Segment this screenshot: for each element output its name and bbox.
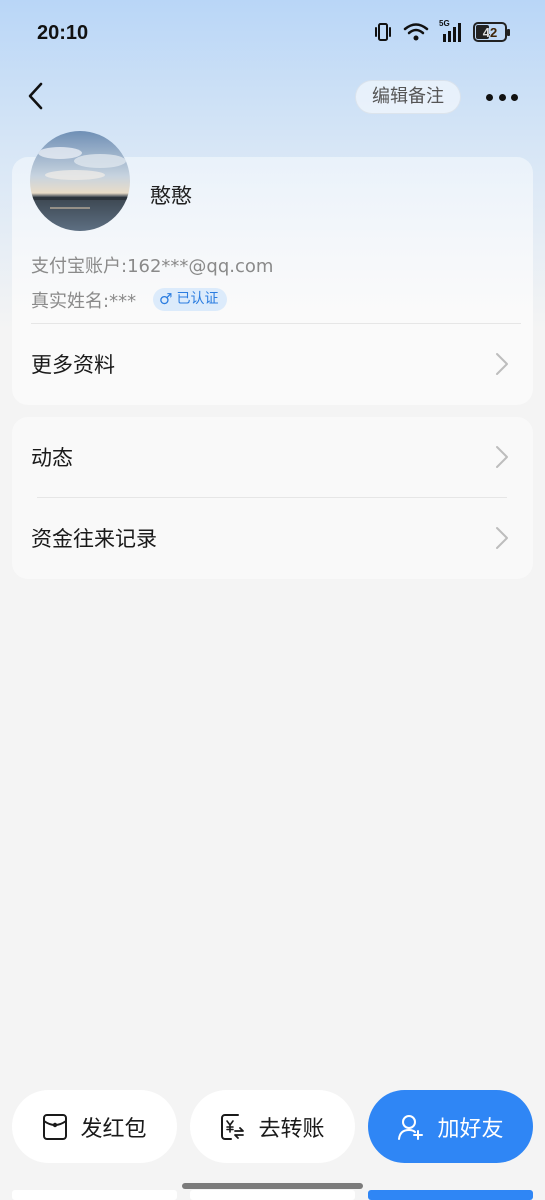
status-time: 20:10: [37, 22, 89, 44]
add-user-icon: [398, 1114, 424, 1140]
cellular-icon: 5G: [439, 19, 463, 42]
avatar[interactable]: [30, 131, 130, 231]
chevron-right-icon: [496, 353, 508, 375]
chevron-right-icon: [496, 527, 508, 549]
battery-level: 42: [482, 24, 498, 40]
transfer-button[interactable]: 去转账: [190, 1090, 355, 1163]
transactions-label: 资金往来记录: [31, 527, 157, 551]
chevron-left-icon: [28, 82, 43, 110]
bottom-edge-strip: [0, 1190, 545, 1200]
divider: [37, 497, 507, 498]
moments-label: 动态: [31, 446, 73, 470]
moments-row[interactable]: 动态: [12, 422, 533, 492]
send-red-packet-button[interactable]: 发红包: [12, 1090, 177, 1163]
back-button[interactable]: [22, 78, 52, 114]
more-options-icon[interactable]: [486, 84, 518, 110]
status-icons: 5G 42: [373, 19, 510, 42]
transfer-icon: [221, 1113, 245, 1140]
vibrate-icon: [375, 23, 391, 41]
chevron-right-icon: [496, 446, 508, 468]
send-red-packet-label: 发红包: [80, 1116, 147, 1142]
transactions-row[interactable]: 资金往来记录: [12, 503, 533, 573]
status-bar: 20:10 5G 42: [0, 0, 545, 68]
home-indicator[interactable]: [182, 1183, 363, 1189]
more-info-row[interactable]: 更多资料: [12, 329, 533, 399]
transfer-label: 去转账: [258, 1116, 325, 1142]
nickname: 憨憨: [150, 184, 192, 208]
divider: [31, 323, 521, 324]
add-friend-label: 加好友: [437, 1116, 504, 1142]
more-info-label: 更多资料: [31, 353, 115, 377]
real-name-text: 真实姓名:***: [31, 291, 137, 312]
male-icon: ♂: [159, 290, 173, 308]
battery-icon: 42: [473, 22, 510, 42]
red-packet-icon: [43, 1113, 68, 1140]
account-text: 支付宝账户:162***@qq.com: [31, 256, 274, 277]
add-friend-button[interactable]: 加好友: [368, 1090, 533, 1163]
edit-note-button[interactable]: 编辑备注: [355, 80, 461, 114]
wifi-icon: [403, 23, 429, 41]
verified-badge: ♂ 已认证: [153, 288, 228, 311]
verified-label: 已认证: [176, 291, 219, 307]
